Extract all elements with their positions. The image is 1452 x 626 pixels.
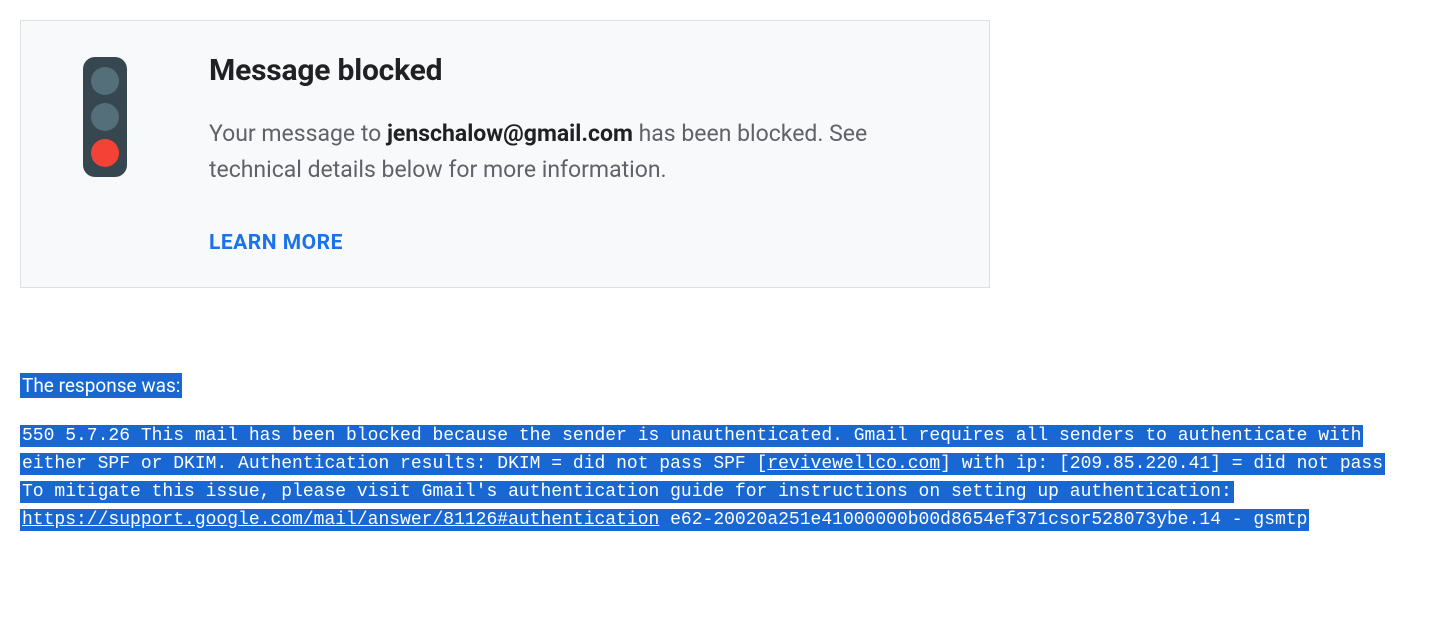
- card-description: Your message to jenschalow@gmail.com has…: [209, 116, 949, 187]
- response-line-2-prefix: either SPF or DKIM. Authentication resul…: [22, 454, 767, 474]
- response-line-1: 550 5.7.26 This mail has been blocked be…: [20, 425, 1363, 447]
- response-body: 550 5.7.26 This mail has been blocked be…: [20, 423, 1432, 535]
- learn-more-link[interactable]: LEARN MORE: [209, 231, 343, 255]
- response-label: The response was:: [20, 373, 182, 398]
- traffic-light-icon: [77, 57, 133, 181]
- recipient-email: jenschalow@gmail.com: [387, 120, 633, 147]
- message-blocked-card: Message blocked Your message to jenschal…: [20, 20, 990, 288]
- response-line-2-suffix: ] with ip: [209.85.220.41] = did not pas…: [940, 454, 1383, 474]
- card-content: Message blocked Your message to jenschal…: [209, 53, 949, 255]
- response-line-4-suffix: e62-20020a251e41000000b00d8654ef371csor5…: [659, 510, 1307, 530]
- card-title: Message blocked: [209, 53, 949, 88]
- description-prefix: Your message to: [209, 120, 387, 147]
- response-line-3: To mitigate this issue, please visit Gma…: [20, 481, 1234, 503]
- response-domain-link[interactable]: revivewellco.com: [767, 454, 940, 474]
- response-support-link[interactable]: https://support.google.com/mail/answer/8…: [22, 510, 659, 530]
- response-section: The response was: 550 5.7.26 This mail h…: [20, 374, 1432, 535]
